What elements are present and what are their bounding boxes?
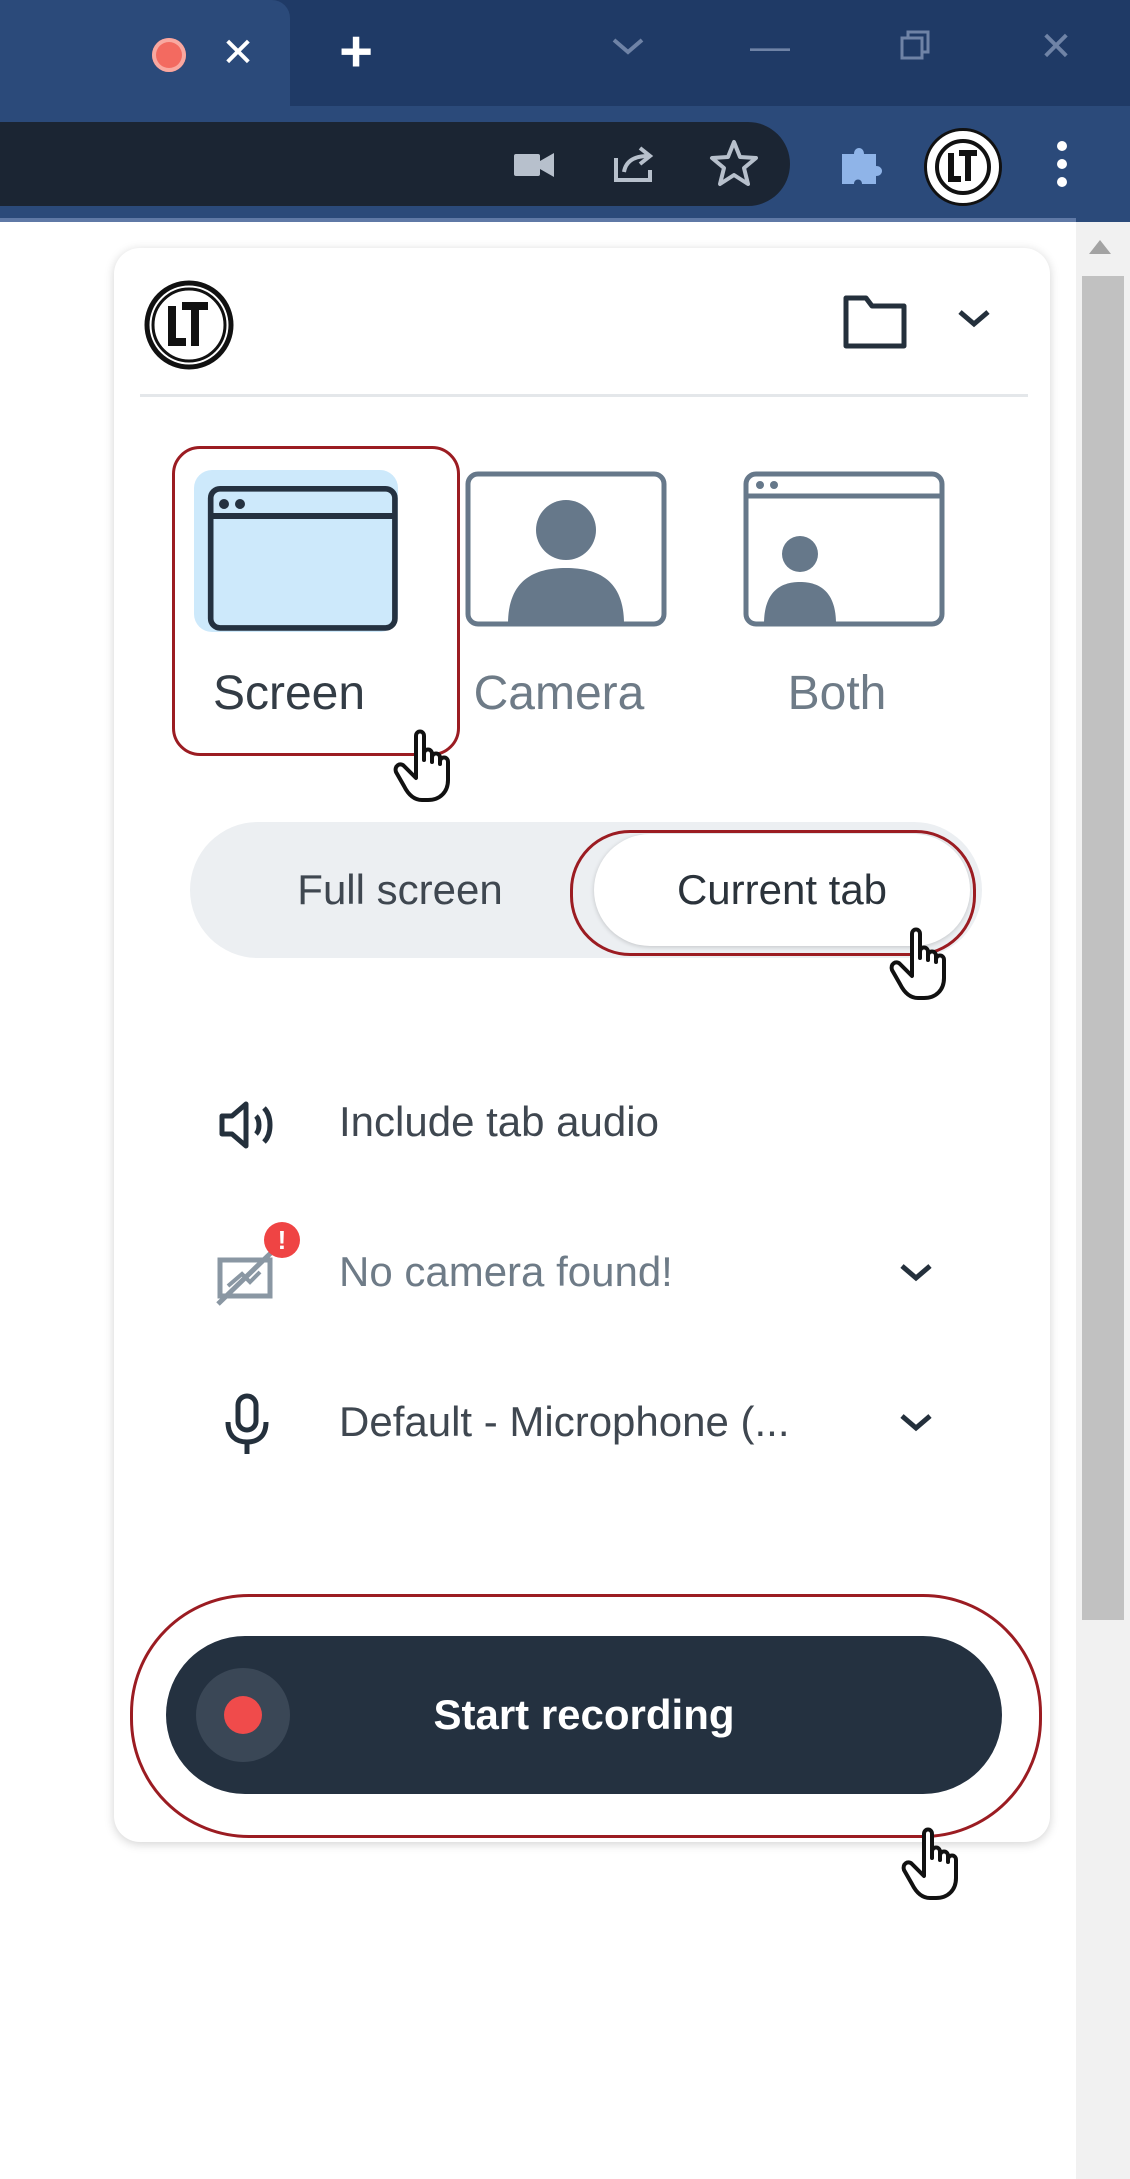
hand-cursor-icon	[393, 729, 450, 802]
kebab-menu-icon[interactable]	[1034, 136, 1090, 192]
both-mode-art	[742, 470, 946, 632]
record-highlight-annotation	[130, 1594, 1042, 1838]
restore-icon	[900, 30, 930, 60]
mode-camera[interactable]: Camera	[444, 448, 674, 746]
chevron-down-icon[interactable]	[896, 1406, 936, 1438]
camera-select-label: No camera found!	[339, 1248, 673, 1295]
share-icon[interactable]	[606, 136, 662, 192]
restore-button[interactable]	[884, 22, 944, 72]
full-screen-option[interactable]: Full screen	[210, 822, 590, 958]
camera-icon[interactable]	[506, 136, 562, 192]
hand-cursor-icon	[901, 1827, 958, 1900]
microphone-select-row[interactable]: Default - Microphone (...	[114, 1372, 1050, 1472]
screen-highlight-annotation	[172, 446, 460, 756]
star-icon[interactable]	[706, 136, 762, 192]
camera-alert-badge: !	[264, 1222, 300, 1258]
camera-select-row[interactable]: ! No camera found!	[114, 1222, 1050, 1322]
browser-toolbar	[0, 106, 1130, 222]
mode-both[interactable]: Both	[722, 448, 952, 746]
camera-mode-art	[464, 470, 668, 632]
header-menu-chevron-icon[interactable]	[954, 304, 994, 334]
scrollbar-thumb[interactable]	[1082, 276, 1124, 1620]
folder-icon[interactable]	[842, 292, 908, 350]
speaker-icon	[219, 1101, 273, 1149]
tab-strip: ✕ + — ✕	[0, 0, 1130, 106]
minimize-button[interactable]: —	[740, 22, 800, 72]
tab-close-button[interactable]: ✕	[220, 28, 256, 78]
tab-audio-row[interactable]: Include tab audio	[114, 1072, 1050, 1172]
tab-audio-label: Include tab audio	[339, 1098, 659, 1145]
microphone-icon	[225, 1393, 269, 1454]
header-divider	[140, 394, 1028, 397]
tab-search-button[interactable]	[598, 22, 658, 72]
mode-camera-label: Camera	[473, 667, 645, 720]
close-window-button[interactable]: ✕	[1026, 22, 1086, 72]
mode-both-label: Both	[787, 667, 887, 720]
active-tab[interactable]: ✕	[0, 0, 290, 106]
chevron-down-icon[interactable]	[896, 1256, 936, 1288]
recorder-popup: Screen Camera Both Full screen Current t…	[114, 248, 1050, 1842]
new-tab-button[interactable]: +	[330, 23, 382, 81]
extension-logo-icon	[935, 139, 991, 195]
address-bar[interactable]	[0, 122, 790, 206]
toolbar-divider	[0, 218, 1076, 222]
scroll-up-arrow-icon[interactable]	[1089, 240, 1111, 254]
chevron-down-icon	[612, 38, 644, 55]
hand-cursor-icon	[889, 927, 946, 1000]
logo-icon	[144, 280, 234, 370]
recording-dot-icon	[152, 38, 186, 72]
extension-button[interactable]	[924, 128, 1002, 206]
window-with-person-icon	[743, 471, 945, 627]
person-icon	[465, 471, 667, 627]
puzzle-icon[interactable]	[832, 136, 888, 192]
microphone-select-label: Default - Microphone (...	[339, 1398, 790, 1445]
